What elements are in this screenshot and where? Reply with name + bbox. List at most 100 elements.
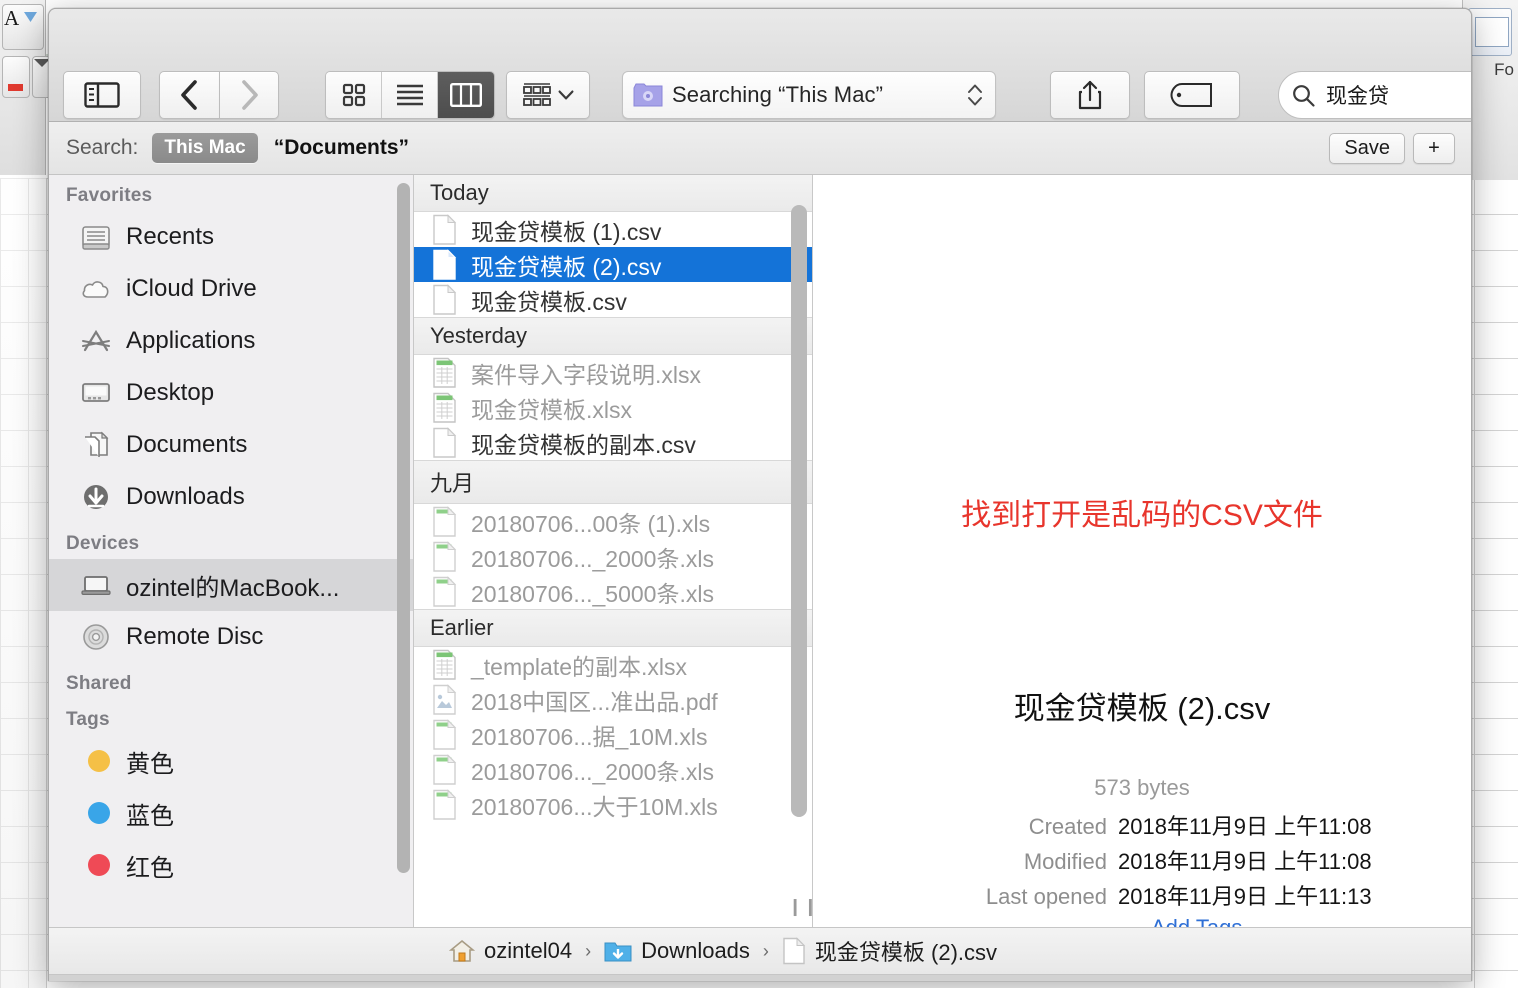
sidebar-item-label: Applications	[126, 327, 256, 354]
pdf-file-icon	[433, 684, 457, 715]
sidebar-item-红色[interactable]: 红色	[49, 839, 413, 891]
file-name-label: 20180706..._2000条.xls	[471, 545, 714, 572]
recents-icon	[82, 226, 110, 250]
file-group-header: Yesterday	[414, 317, 812, 355]
font-style-button[interactable]: A	[2, 4, 44, 50]
sidebar-section-title: Shared	[66, 673, 132, 694]
fill-color-button[interactable]	[2, 56, 30, 98]
add-criterion-button[interactable]: +	[1413, 132, 1455, 164]
criteria-actions: Save +	[1329, 132, 1455, 164]
file-list-item[interactable]: 20180706..._2000条.xls	[414, 752, 812, 787]
search-scope-popup-button[interactable]: Searching “This Mac”	[622, 71, 996, 119]
pdf-file-icon	[432, 684, 459, 715]
sidebar-item-documents[interactable]: Documents	[49, 419, 413, 471]
file-list-item[interactable]: _template的副本.xlsx	[414, 647, 812, 682]
sidebar-section-title: Favorites	[66, 185, 153, 206]
sidebar-item-icloud-drive[interactable]: iCloud Drive	[49, 263, 413, 315]
documents-icon	[85, 431, 109, 457]
path-item-file[interactable]: 现金贷模板 (2).csv	[782, 935, 997, 967]
file-name-label: 2018中国区...准出品.pdf	[471, 688, 718, 715]
chevron-down-icon	[558, 90, 573, 100]
group-by-icon	[522, 83, 551, 106]
file-list-scrollbar[interactable]	[791, 205, 807, 817]
sidebar-scrollbar[interactable]	[397, 183, 410, 873]
tag-dot-icon	[88, 750, 110, 772]
add-tags-link[interactable]: Add Tags...	[1151, 915, 1261, 927]
sidebar-item-黄色[interactable]: 黄色	[49, 735, 413, 787]
svg-text:A: A	[4, 6, 20, 29]
group-by-button[interactable]	[506, 71, 590, 119]
file-list-item[interactable]: 现金贷模板的副本.csv	[414, 425, 812, 460]
sidebar-item-desktop[interactable]: Desktop	[49, 367, 413, 419]
file-list-item[interactable]: 现金贷模板.xlsx	[414, 390, 812, 425]
file-list-item[interactable]: 现金贷模板 (1).csv	[414, 212, 812, 247]
ribbon-label: Fo	[1494, 60, 1514, 79]
preview-annotation: 找到打开是乱码的CSV文件	[961, 499, 1323, 532]
sidebar-item-label: Remote Disc	[126, 623, 264, 650]
file-list-item[interactable]: 20180706..._2000条.xls	[414, 539, 812, 574]
search-criteria-label: Search:	[66, 136, 139, 159]
file-name-label: 现金贷模板的副本.csv	[471, 431, 696, 458]
view-mode-list-view[interactable]	[382, 72, 438, 118]
scope-this-mac-pill[interactable]: This Mac	[152, 133, 258, 163]
sidebar-icon	[84, 82, 120, 108]
share-button[interactable]	[1050, 71, 1130, 119]
file-list-item[interactable]: 案件导入字段说明.xlsx	[414, 355, 812, 390]
file-list-item[interactable]: 20180706...据_10M.xls	[414, 717, 812, 752]
path-item-label: ozintel04	[484, 938, 573, 963]
file-name-label: 20180706...大于10M.xls	[471, 793, 718, 820]
sidebar-item-downloads[interactable]: Downloads	[49, 471, 413, 523]
desktop-icon	[82, 383, 110, 402]
file-list: Today 现金贷模板 (1).csv 现金贷模板 (2).csv 现金贷模板.…	[414, 175, 813, 927]
csv-file-icon	[433, 214, 457, 245]
list-icon	[396, 84, 423, 106]
sidebar-item-applications[interactable]: Applications	[49, 315, 413, 367]
recents-icon	[79, 222, 113, 252]
back-button[interactable]	[159, 71, 219, 119]
file-name-label: 20180706..._5000条.xls	[471, 580, 714, 607]
path-item-downloads[interactable]: Downloads	[604, 938, 750, 964]
csv-file-icon	[432, 284, 459, 315]
view-mode-segmented-control[interactable]	[325, 71, 495, 119]
file-list-item[interactable]: 现金贷模板.csv	[414, 282, 812, 317]
file-list-item[interactable]: 2018中国区...准出品.pdf	[414, 682, 812, 717]
view-mode-icon-view[interactable]	[326, 72, 382, 118]
file-list-item[interactable]: 现金贷模板 (2).csv	[414, 247, 812, 282]
scope-documents-label[interactable]: “Documents”	[274, 136, 409, 160]
search-scope-label: Searching “This Mac”	[672, 82, 884, 107]
tag-button[interactable]	[1144, 71, 1240, 119]
xls-file-icon	[433, 576, 457, 607]
xlsx-file-icon	[432, 392, 459, 423]
sidebar-item-recents[interactable]: Recents	[49, 211, 413, 263]
cloud-icon	[79, 274, 113, 304]
file-name-label: 现金贷模板.csv	[471, 288, 627, 315]
sidebar-toggle-button[interactable]	[63, 71, 141, 119]
file-list-item[interactable]: 20180706...00条 (1).xls	[414, 504, 812, 539]
csv-file-icon	[433, 427, 457, 458]
file-name-label: 20180706...据_10M.xls	[471, 723, 708, 750]
csv-file-icon	[432, 249, 459, 280]
view-mode-column-view[interactable]	[438, 72, 494, 118]
csv-file-icon	[432, 214, 459, 245]
file-list-item[interactable]: 20180706...大于10M.xls	[414, 787, 812, 822]
file-name-label: _template的副本.xlsx	[471, 653, 688, 680]
path-item-label: 现金贷模板 (2).csv	[814, 940, 998, 965]
format-table-icon[interactable]	[1468, 8, 1512, 56]
forward-button[interactable]	[219, 71, 279, 119]
xlsx-file-icon	[433, 649, 456, 680]
chevron-left-icon	[180, 80, 197, 110]
search-field[interactable]: ✕	[1278, 71, 1471, 119]
file-list-item[interactable]: 20180706..._5000条.xls	[414, 574, 812, 609]
preview-meta-row: Last opened 2018年11月9日 上午11:13	[813, 879, 1471, 914]
preview-file-title: 现金贷模板 (2).csv	[1013, 691, 1271, 726]
path-item-home[interactable]: ozintel04	[449, 938, 572, 964]
sidebar-item-label: ozintel的MacBook...	[126, 574, 340, 602]
column-resize-handle[interactable]: ❙❙	[788, 897, 812, 916]
search-input[interactable]	[1326, 83, 1456, 107]
save-search-button[interactable]: Save	[1329, 132, 1405, 164]
downloads-icon	[79, 482, 113, 512]
sidebar-item-ozintel的macbook[interactable]: ozintel的MacBook...	[49, 559, 413, 611]
sidebar-item-蓝色[interactable]: 蓝色	[49, 787, 413, 839]
sidebar-item-remote-disc[interactable]: Remote Disc	[49, 611, 413, 663]
sidebar-section-title: Tags	[66, 709, 110, 730]
